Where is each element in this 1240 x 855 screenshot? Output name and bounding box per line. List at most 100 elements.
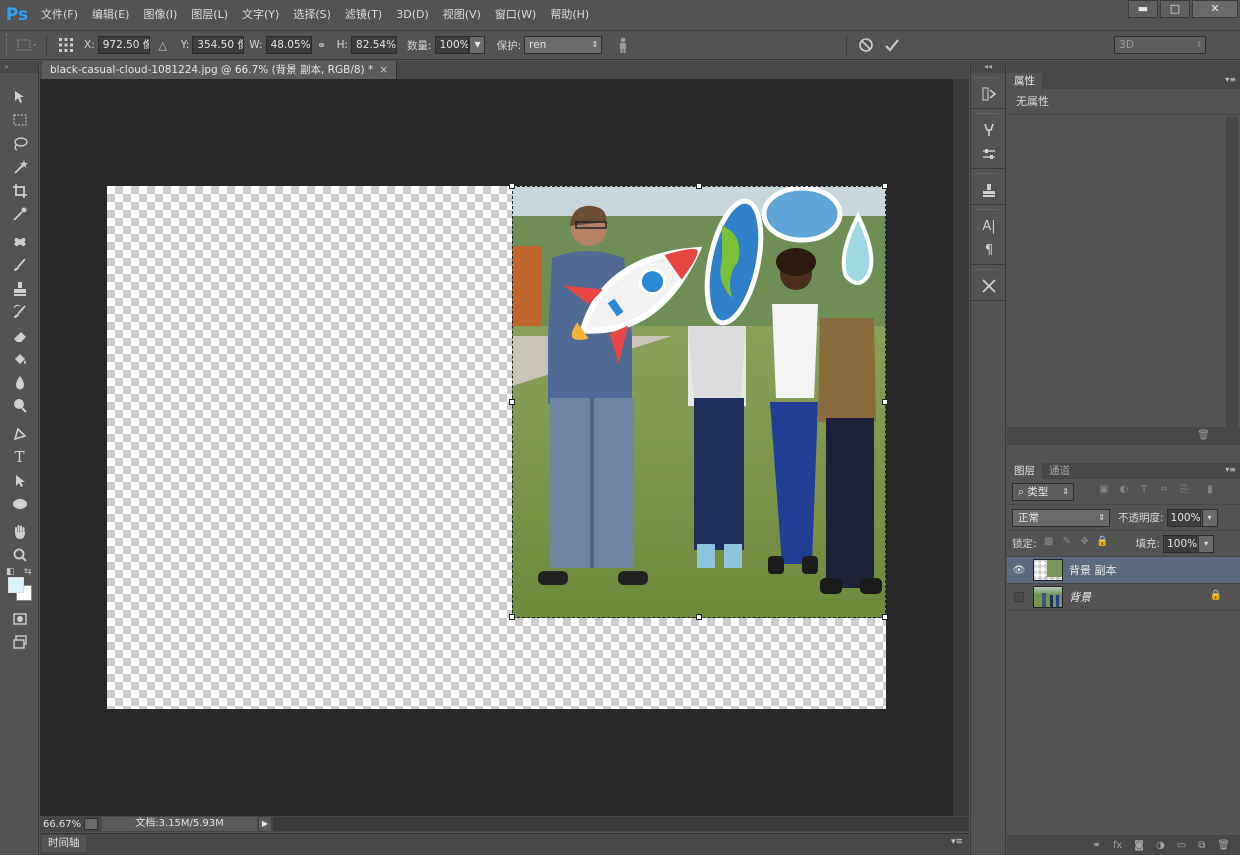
lock-all-icon[interactable]: 🔒 bbox=[1094, 536, 1112, 552]
new-layer-icon[interactable]: ⧉ bbox=[1198, 840, 1205, 851]
lasso-tool-icon[interactable] bbox=[0, 132, 39, 156]
panel-menu-icon[interactable]: ▾≡ bbox=[951, 837, 963, 847]
brush-tool-icon[interactable] bbox=[0, 254, 39, 278]
amount-dropdown[interactable]: ▼ bbox=[468, 36, 485, 54]
zoom-tool-icon[interactable] bbox=[0, 544, 39, 568]
foreground-color-swatch[interactable] bbox=[8, 577, 24, 593]
smart-object-filter-icon[interactable]: ⎘ bbox=[1174, 484, 1194, 500]
pen-tool-icon[interactable] bbox=[0, 422, 39, 446]
tab-layers[interactable]: 图层 bbox=[1007, 463, 1042, 479]
transform-handle-bottom-right[interactable] bbox=[882, 614, 888, 620]
timeline-tab[interactable]: 时间轴 bbox=[42, 835, 86, 852]
transform-handle-top-left[interactable] bbox=[509, 183, 515, 189]
close-button[interactable]: ✕ bbox=[1192, 0, 1238, 18]
menu-item[interactable]: 文字(Y) bbox=[235, 0, 286, 30]
cancel-transform-icon[interactable] bbox=[853, 34, 879, 56]
blur-tool-icon[interactable] bbox=[0, 371, 39, 395]
toolbar-collapse-icon[interactable]: » bbox=[0, 61, 38, 73]
x-position-field[interactable]: 972.50 像 bbox=[97, 36, 150, 54]
collapse-panels-icon[interactable]: ◂◂ bbox=[971, 61, 1005, 73]
menu-item[interactable]: 3D(D) bbox=[389, 0, 436, 30]
fill-field[interactable]: 100% bbox=[1163, 534, 1197, 553]
screen-mode-icon[interactable] bbox=[0, 631, 39, 655]
paint-bucket-tool-icon[interactable] bbox=[0, 348, 39, 372]
status-menu-arrow-icon[interactable]: ▶ bbox=[259, 817, 271, 831]
fill-dropdown[interactable]: ▾ bbox=[1198, 534, 1215, 553]
character-panel-icon[interactable]: A| bbox=[971, 214, 1007, 238]
canvas-workspace[interactable] bbox=[40, 79, 953, 816]
link-icon[interactable]: ⚭ bbox=[312, 34, 332, 56]
layer-thumbnail[interactable] bbox=[1033, 586, 1063, 608]
panel-menu-icon[interactable]: ▾≡ bbox=[1225, 465, 1236, 474]
menu-item[interactable]: 视图(V) bbox=[436, 0, 488, 30]
tool-preset-icon[interactable] bbox=[14, 34, 40, 56]
filter-toggle-icon[interactable]: ▮ bbox=[1200, 484, 1220, 500]
vertical-scrollbar[interactable] bbox=[953, 79, 969, 816]
transform-handle-top-right[interactable] bbox=[882, 183, 888, 189]
menu-item[interactable]: 滤镜(T) bbox=[338, 0, 389, 30]
opacity-field[interactable]: 100% bbox=[1166, 508, 1201, 527]
swap-colors-icon[interactable]: ⇆ bbox=[24, 567, 32, 577]
adjustments-panel-icon[interactable] bbox=[971, 142, 1007, 166]
protect-skin-tones-icon[interactable] bbox=[610, 34, 636, 56]
visibility-toggle[interactable] bbox=[1014, 592, 1024, 602]
hand-tool-icon[interactable] bbox=[0, 520, 39, 544]
zoom-level-field[interactable]: 66.67% bbox=[40, 819, 84, 830]
protect-select[interactable]: ren ⇕ bbox=[524, 36, 603, 54]
eye-icon[interactable]: 👁 bbox=[1007, 565, 1031, 576]
clone-stamp-tool-icon[interactable] bbox=[0, 277, 39, 301]
layer-row[interactable]: 背景 🔒 bbox=[1007, 584, 1240, 611]
horizontal-scrollbar[interactable] bbox=[273, 817, 969, 831]
path-selection-tool-icon[interactable] bbox=[0, 469, 39, 493]
workspace-select[interactable]: 3D ⇕ bbox=[1114, 36, 1207, 54]
free-transform-bounding-box[interactable] bbox=[509, 183, 888, 620]
adjustment-filter-icon[interactable]: ◐ bbox=[1114, 484, 1134, 500]
status-info-icon[interactable] bbox=[84, 818, 98, 830]
brush-presets-panel-icon[interactable] bbox=[971, 118, 1007, 142]
menu-item[interactable]: 选择(S) bbox=[286, 0, 338, 30]
y-position-field[interactable]: 354.50 像 bbox=[192, 36, 245, 54]
menu-item[interactable]: 图层(L) bbox=[184, 0, 235, 30]
eyedropper-tool-icon[interactable] bbox=[0, 203, 39, 227]
document-tab[interactable]: black-casual-cloud-1081224.jpg @ 66.7% (… bbox=[42, 61, 398, 79]
properties-scrollbar[interactable] bbox=[1226, 117, 1238, 427]
close-tab-icon[interactable]: × bbox=[379, 64, 388, 76]
menu-item[interactable]: 帮助(H) bbox=[543, 0, 596, 30]
transform-handle-top[interactable] bbox=[696, 183, 702, 189]
trash-icon[interactable]: 🗑 bbox=[1197, 430, 1210, 441]
height-field[interactable]: 82.54% bbox=[351, 36, 398, 54]
menu-item[interactable]: 文件(F) bbox=[34, 0, 85, 30]
paragraph-panel-icon[interactable]: ¶ bbox=[971, 238, 1007, 262]
move-tool-icon[interactable] bbox=[0, 85, 39, 109]
clone-source-panel-icon[interactable] bbox=[971, 178, 1007, 202]
menu-item[interactable]: 窗口(W) bbox=[488, 0, 543, 30]
layer-row[interactable]: 👁 背景 副本 bbox=[1007, 557, 1240, 584]
transform-handle-bottom-left[interactable] bbox=[509, 614, 515, 620]
crop-tool-icon[interactable] bbox=[0, 179, 39, 203]
panel-menu-icon[interactable]: ▾≡ bbox=[1225, 75, 1236, 84]
marquee-tool-icon[interactable] bbox=[0, 109, 39, 133]
layer-style-icon[interactable]: fx bbox=[1113, 840, 1122, 851]
layer-name[interactable]: 背景 bbox=[1069, 589, 1091, 605]
shape-filter-icon[interactable]: ⌗ bbox=[1154, 484, 1174, 500]
layer-filter-select[interactable]: ⌕ 类型 ⇕ bbox=[1012, 482, 1074, 501]
type-filter-icon[interactable]: T bbox=[1134, 484, 1154, 500]
default-colors-icon[interactable]: ◧ bbox=[6, 567, 15, 577]
transform-handle-bottom[interactable] bbox=[696, 614, 702, 620]
quick-mask-icon[interactable] bbox=[0, 607, 39, 631]
type-tool-icon[interactable]: T bbox=[0, 446, 39, 470]
menu-item[interactable]: 图像(I) bbox=[136, 0, 184, 30]
layer-name[interactable]: 背景 副本 bbox=[1069, 562, 1117, 578]
eraser-tool-icon[interactable] bbox=[0, 324, 39, 348]
menu-item[interactable]: 编辑(E) bbox=[85, 0, 137, 30]
lock-position-icon[interactable]: ✥ bbox=[1076, 536, 1094, 552]
healing-brush-tool-icon[interactable] bbox=[0, 230, 39, 254]
blend-mode-select[interactable]: 正常 ⇕ bbox=[1012, 508, 1110, 527]
new-group-icon[interactable]: ▭ bbox=[1177, 840, 1186, 851]
amount-field[interactable]: 100% bbox=[434, 36, 469, 54]
pixel-filter-icon[interactable]: ▣ bbox=[1094, 484, 1114, 500]
transform-handle-left[interactable] bbox=[509, 399, 515, 405]
ellipse-tool-icon[interactable] bbox=[0, 493, 39, 517]
tab-channels[interactable]: 通道 bbox=[1042, 463, 1077, 479]
reference-point-icon[interactable] bbox=[53, 34, 79, 56]
